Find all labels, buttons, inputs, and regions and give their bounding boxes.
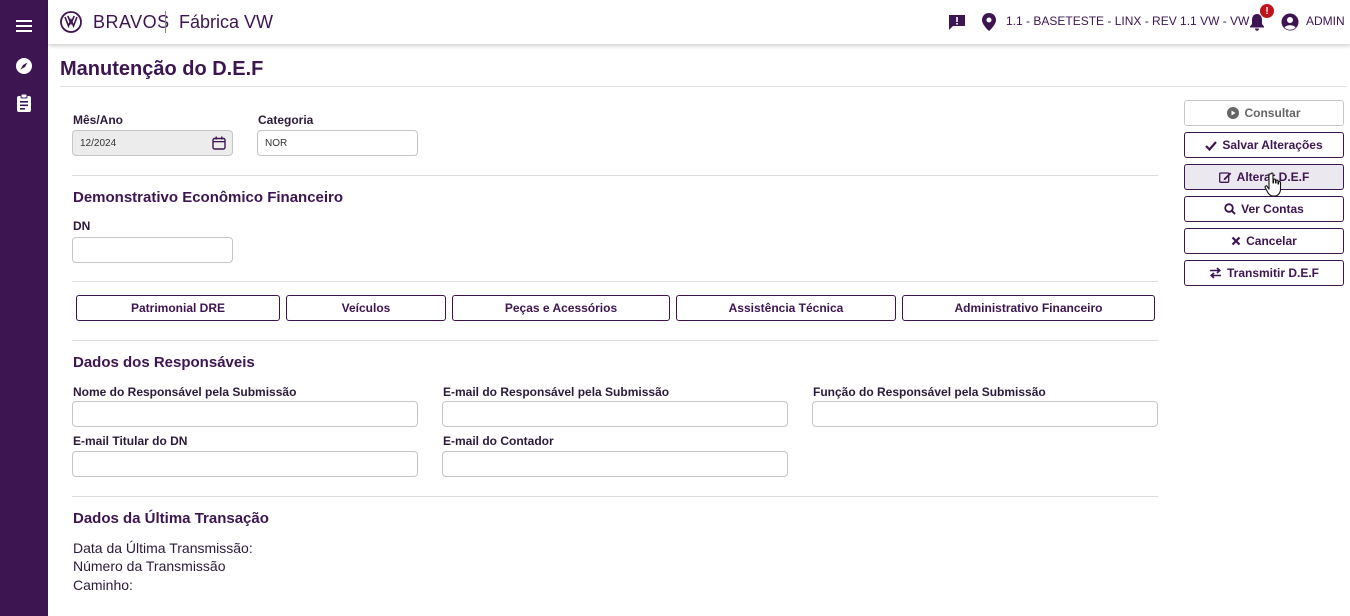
funcao-responsavel-field[interactable] <box>812 401 1158 427</box>
ver-contas-label: Ver Contas <box>1241 202 1304 216</box>
section-divider <box>72 496 1158 497</box>
mes-ano-field[interactable]: 12/2024 <box>72 130 233 156</box>
top-bar: BRAVOS Fábrica VW 1.1 - BASETESTE - LINX… <box>48 0 1350 44</box>
transmitir-def-label: Transmitir D.E.F <box>1226 266 1320 280</box>
salvar-alteracoes-label: Salvar Alterações <box>1222 138 1323 152</box>
email-contador-label: E-mail do Contador <box>443 434 554 448</box>
title-divider <box>60 86 1346 87</box>
menu-icon[interactable] <box>0 12 48 40</box>
user-name[interactable]: ADMIN <box>1306 14 1345 28</box>
responsaveis-section-title: Dados dos Responsáveis <box>73 354 255 371</box>
compass-icon[interactable] <box>0 52 48 80</box>
transmitir-def-button[interactable]: Transmitir D.E.F <box>1184 260 1344 286</box>
categoria-value: NOR <box>265 137 288 149</box>
hand-cursor-icon <box>1264 172 1286 198</box>
ver-contas-button[interactable]: Ver Contas <box>1184 196 1344 222</box>
cancelar-button[interactable]: Cancelar <box>1184 228 1344 254</box>
dn-field[interactable] <box>72 237 233 263</box>
edit-icon <box>1218 172 1231 183</box>
email-responsavel-label: E-mail do Responsável pela Submissão <box>443 385 670 399</box>
numero-transmissao: Número da Transmissão <box>73 558 226 574</box>
email-titular-field[interactable] <box>72 451 418 477</box>
nome-responsavel-label: Nome do Responsável pela Submissão <box>73 385 297 399</box>
dn-label: DN <box>73 219 91 233</box>
vw-logo-icon <box>60 11 82 33</box>
consultar-label: Consultar <box>1244 106 1301 120</box>
caminho: Caminho: <box>73 577 133 593</box>
clipboard-icon[interactable] <box>0 89 48 117</box>
calendar-icon[interactable] <box>212 136 226 150</box>
tab-veiculos[interactable]: Veículos <box>286 295 446 321</box>
section-divider <box>72 175 1158 176</box>
salvar-alteracoes-button[interactable]: Salvar Alterações <box>1184 132 1344 158</box>
notification-badge: ! <box>1260 4 1274 18</box>
ultima-transacao-section-title: Dados da Última Transação <box>73 510 269 527</box>
tab-patrimonial-dre[interactable]: Patrimonial DRE <box>76 295 280 321</box>
section-divider <box>72 281 1158 282</box>
brand-name: BRAVOS <box>93 12 170 32</box>
mes-ano-label: Mês/Ano <box>73 113 124 127</box>
section-divider <box>72 340 1158 341</box>
location-selector[interactable]: 1.1 - BASETESTE - LINX - REV 1.1 VW - VW <box>1006 14 1249 28</box>
brand-subtitle: Fábrica VW <box>179 12 274 32</box>
sidebar <box>0 0 48 616</box>
close-icon <box>1231 236 1241 246</box>
mes-ano-value: 12/2024 <box>80 137 117 149</box>
check-icon <box>1205 140 1218 151</box>
tab-administrativo-financeiro[interactable]: Administrativo Financeiro <box>902 295 1155 321</box>
categoria-field[interactable]: NOR <box>257 130 418 156</box>
consultar-button[interactable]: Consultar <box>1184 100 1344 126</box>
email-responsavel-field[interactable] <box>442 401 788 427</box>
email-titular-label: E-mail Titular do DN <box>73 434 188 448</box>
tab-pecas-acessorios[interactable]: Peças e Acessórios <box>452 295 670 321</box>
page-title: Manutenção do D.E.F <box>60 58 264 80</box>
exchange-icon <box>1209 267 1221 279</box>
search-icon <box>1224 203 1236 215</box>
user-avatar-icon[interactable] <box>1280 12 1300 32</box>
location-pin-icon[interactable] <box>979 12 999 32</box>
def-section-title: Demonstrativo Econômico Financeiro <box>73 189 344 206</box>
email-contador-field[interactable] <box>442 451 788 477</box>
feedback-icon[interactable] <box>947 12 967 32</box>
brand-divider <box>165 11 166 33</box>
play-circle-icon <box>1227 107 1240 119</box>
cancelar-label: Cancelar <box>1246 234 1297 248</box>
categoria-label: Categoria <box>258 113 314 127</box>
tab-assistencia-tecnica[interactable]: Assistência Técnica <box>676 295 896 321</box>
funcao-responsavel-label: Função do Responsável pela Submissão <box>813 385 1046 399</box>
nome-responsavel-field[interactable] <box>72 401 418 427</box>
data-ultima-transmissao: Data da Última Transmissão: <box>73 540 253 556</box>
